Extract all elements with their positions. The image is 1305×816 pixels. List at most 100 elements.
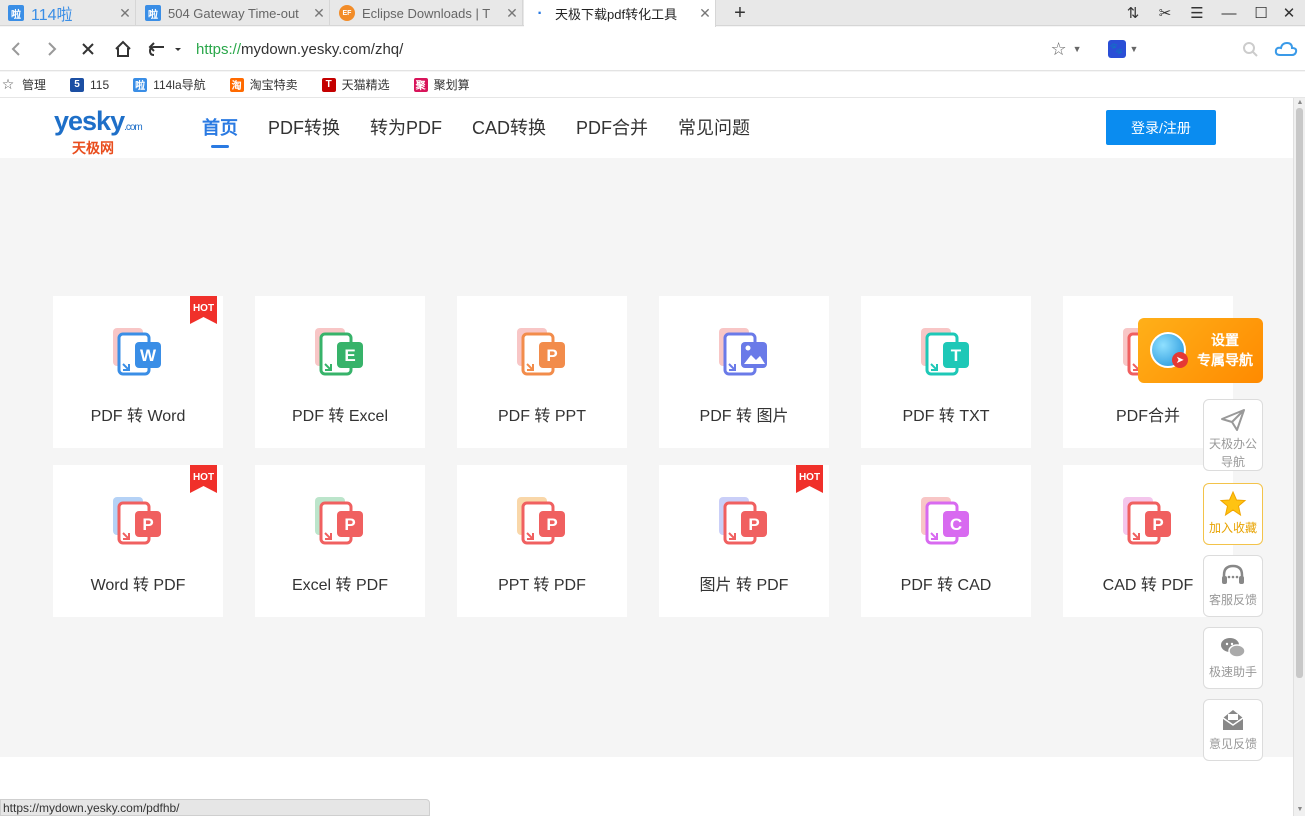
promo-text: 设置 专属导航 — [1197, 332, 1253, 368]
tab-loading-icon: · — [537, 4, 543, 22]
wechat-icon — [1221, 638, 1246, 658]
back-icon[interactable] — [4, 37, 28, 61]
file-convert-icon: C — [921, 497, 969, 545]
svg-text:W: W — [140, 346, 157, 365]
star-outline-icon: ☆ — [1, 76, 15, 92]
tool-card[interactable]: E PDF 转 Excel — [255, 296, 425, 448]
nav-faq[interactable]: 常见问题 — [678, 98, 750, 158]
nav-home[interactable]: 首页 — [202, 98, 238, 158]
svg-text:P: P — [344, 515, 355, 534]
tab-favicon-icon: 啦 — [145, 5, 161, 21]
bookmark-label: 115 — [90, 77, 110, 92]
svg-text:HOT: HOT — [799, 472, 820, 483]
svg-text:P: P — [546, 346, 557, 365]
tool-card[interactable]: PDF 转 图片 — [659, 296, 829, 448]
minimize-icon[interactable]: — — [1213, 0, 1245, 26]
side-label: 意见反馈 — [1208, 737, 1257, 751]
tool-label: PDF 转 Excel — [291, 408, 389, 425]
side-label: 加入收藏 — [1208, 521, 1257, 535]
tab-close-icon[interactable]: ✕ — [502, 5, 522, 22]
stop-loading-icon[interactable] — [76, 37, 100, 61]
scissors-icon[interactable]: ✂ — [1149, 0, 1181, 26]
browser-toolbar: https://mydown.yesky.com/zhq/ ☆ ▼ 🐾 ▼ — [0, 27, 1305, 71]
bookmark-label: 聚划算 — [433, 78, 470, 92]
tab-title: 天极下载pdf转化工具 — [555, 7, 678, 22]
menu-icon[interactable]: ☰ — [1181, 0, 1213, 26]
file-convert-icon: P — [113, 497, 161, 545]
file-convert-icon: P — [315, 497, 363, 545]
tool-label: PDF 转 PPT — [497, 408, 586, 425]
file-convert-icon: T — [921, 328, 969, 376]
tool-card[interactable]: P Word 转 PDF HOT — [53, 465, 223, 617]
yesky-logo[interactable]: yesky.com 天极网 — [54, 106, 154, 156]
bookmark-item[interactable]: T 天猫精选 — [321, 76, 390, 93]
add-favorite-button[interactable]: 加入收藏 — [1203, 483, 1263, 545]
window-close-icon[interactable]: ✕ — [1273, 0, 1305, 26]
tool-card[interactable]: T PDF 转 TXT — [861, 296, 1031, 448]
page-scrollbar[interactable]: ▲ ▼ — [1293, 98, 1305, 816]
search-engine-icon[interactable]: 🐾 ▼ — [1103, 37, 1143, 61]
tab-title: Eclipse Downloads | T — [362, 5, 491, 21]
bookmark-item[interactable]: 啦 114la导航 — [133, 76, 206, 93]
bookmark-item[interactable]: ☆ 管理 — [0, 76, 46, 93]
tab-sort-icon[interactable]: ⇅ — [1117, 0, 1149, 26]
customer-service-button[interactable]: 客服反馈 — [1203, 555, 1263, 617]
bookmark-item[interactable]: 聚 聚划算 — [413, 76, 470, 93]
tab-favicon-icon: 啦 — [8, 5, 24, 21]
bookmark-label: 管理 — [22, 78, 47, 92]
side-label: 天极办公 导航 — [1208, 437, 1257, 469]
browser-tab[interactable]: 啦 504 Gateway Time-out ✕ — [137, 0, 330, 26]
scroll-down-icon[interactable]: ▼ — [1295, 806, 1305, 814]
browser-tab[interactable]: 啦 114啦 ✕ — [0, 0, 136, 26]
search-icon[interactable] — [1238, 37, 1262, 61]
home-icon[interactable] — [111, 37, 135, 61]
cursor-arrow-icon: ➤ — [1172, 352, 1188, 368]
tool-card[interactable]: C PDF 转 CAD — [861, 465, 1031, 617]
forward-icon[interactable] — [40, 37, 64, 61]
tool-card[interactable]: P Excel 转 PDF — [255, 465, 425, 617]
undo-close-tab-icon[interactable] — [146, 37, 186, 61]
tool-card[interactable]: P 图片 转 PDF HOT — [659, 465, 829, 617]
mail-icon — [1222, 710, 1244, 730]
address-bar[interactable]: https://mydown.yesky.com/zhq/ — [196, 35, 1096, 63]
cloud-icon[interactable] — [1272, 37, 1300, 61]
tab-close-icon[interactable]: ✕ — [695, 5, 715, 22]
browser-tab[interactable]: EF Eclipse Downloads | T ✕ — [331, 0, 523, 26]
speed-assistant-button[interactable]: 极速助手 — [1203, 627, 1263, 689]
login-register-button[interactable]: 登录/注册 — [1106, 110, 1216, 145]
office-nav-button[interactable]: 天极办公 导航 — [1203, 399, 1263, 471]
url-scheme: https:// — [196, 40, 242, 58]
bookmark-115-icon: 5 — [70, 77, 85, 92]
nav-pdf-convert[interactable]: PDF转换 — [268, 98, 340, 158]
bookmark-juhuasuan-icon: 聚 — [413, 77, 428, 92]
bookmark-star-icon[interactable]: ☆ ▼ — [1046, 37, 1086, 61]
tool-label: PPT 转 PDF — [498, 577, 586, 594]
tool-label: PDF 转 图片 — [699, 408, 789, 425]
scroll-thumb[interactable] — [1296, 108, 1303, 678]
file-convert-icon: E — [315, 328, 363, 376]
bookmark-item[interactable]: 淘 淘宝特卖 — [229, 76, 298, 93]
tool-card[interactable]: W PDF 转 Word HOT — [53, 296, 223, 448]
nav-cad-convert[interactable]: CAD转换 — [472, 98, 546, 158]
tool-card[interactable]: P PDF 转 PPT — [457, 296, 627, 448]
logo-wordmark: yesky.com — [54, 106, 143, 136]
page-content: yesky.com 天极网 首页 PDF转换 转为PDF CAD转换 PDF合并… — [0, 98, 1293, 816]
scroll-up-icon[interactable]: ▲ — [1295, 99, 1305, 107]
file-convert-icon: W — [113, 328, 161, 376]
tab-close-icon[interactable]: ✕ — [115, 5, 135, 22]
new-tab-button[interactable]: + — [724, 0, 756, 26]
bookmark-item[interactable]: 5 115 — [70, 77, 110, 92]
feedback-button[interactable]: 意见反馈 — [1203, 699, 1263, 761]
nav-to-pdf[interactable]: 转为PDF — [370, 98, 442, 158]
bookmark-label: 天猫精选 — [341, 78, 390, 92]
nav-pdf-merge[interactable]: PDF合并 — [576, 98, 648, 158]
tab-close-icon[interactable]: ✕ — [309, 5, 329, 22]
site-nav: 首页 PDF转换 转为PDF CAD转换 PDF合并 常见问题 — [202, 98, 780, 158]
browser-tab-bar: 啦 114啦 ✕ 啦 504 Gateway Time-out ✕ EF Ecl… — [0, 0, 1305, 27]
hot-badge-icon: HOT — [190, 296, 217, 324]
tool-card[interactable]: P PPT 转 PDF — [457, 465, 627, 617]
tab-title: 504 Gateway Time-out — [168, 5, 299, 21]
custom-nav-promo[interactable]: ➤ 设置 专属导航 — [1138, 318, 1263, 383]
browser-tab-active[interactable]: · 天极下载pdf转化工具 ✕ — [524, 0, 716, 27]
svg-text:C: C — [950, 515, 962, 534]
